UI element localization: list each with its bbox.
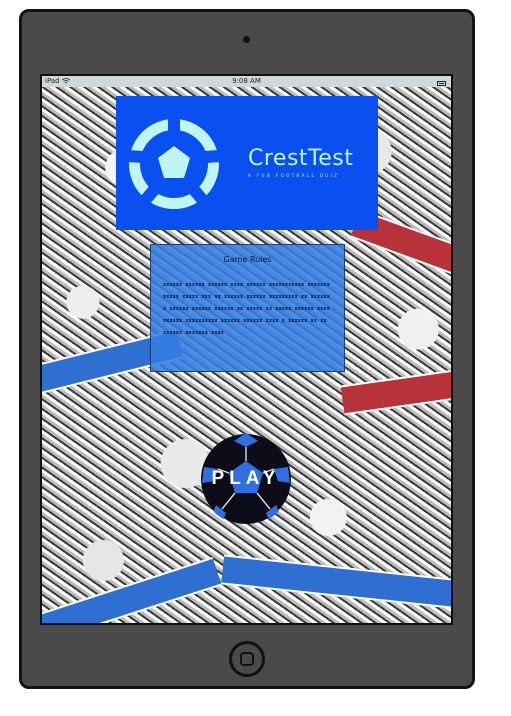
play-label: PLAY: [211, 468, 281, 489]
scarf-decoration: [221, 554, 451, 610]
camera-icon: [243, 36, 250, 43]
status-bar: iPad 9:08 AM: [42, 76, 451, 87]
play-button[interactable]: PLAY: [200, 433, 292, 525]
scarf-decoration: [340, 368, 451, 416]
scarf-decoration: [42, 556, 222, 623]
game-rules-panel: Game Rules xxxxxx xxxxxx xxxxxx xxxx xxx…: [150, 244, 345, 372]
brand-tagline: A FUN FOOTBALL QUIZ: [248, 173, 340, 178]
status-time: 9:08 AM: [232, 77, 261, 85]
football-icon: [127, 117, 221, 211]
rules-body: xxxxxx xxxxxx xxxxxx xxxx xxxxxx xxxxxxx…: [163, 282, 330, 336]
brand-title: CrestTest: [248, 146, 354, 171]
battery-icon: [437, 81, 446, 86]
home-button-icon[interactable]: [229, 641, 265, 677]
crest-test-logo: CrestTest A FUN FOOTBALL QUIZ: [116, 96, 378, 230]
rules-title: Game Rules: [223, 255, 272, 264]
